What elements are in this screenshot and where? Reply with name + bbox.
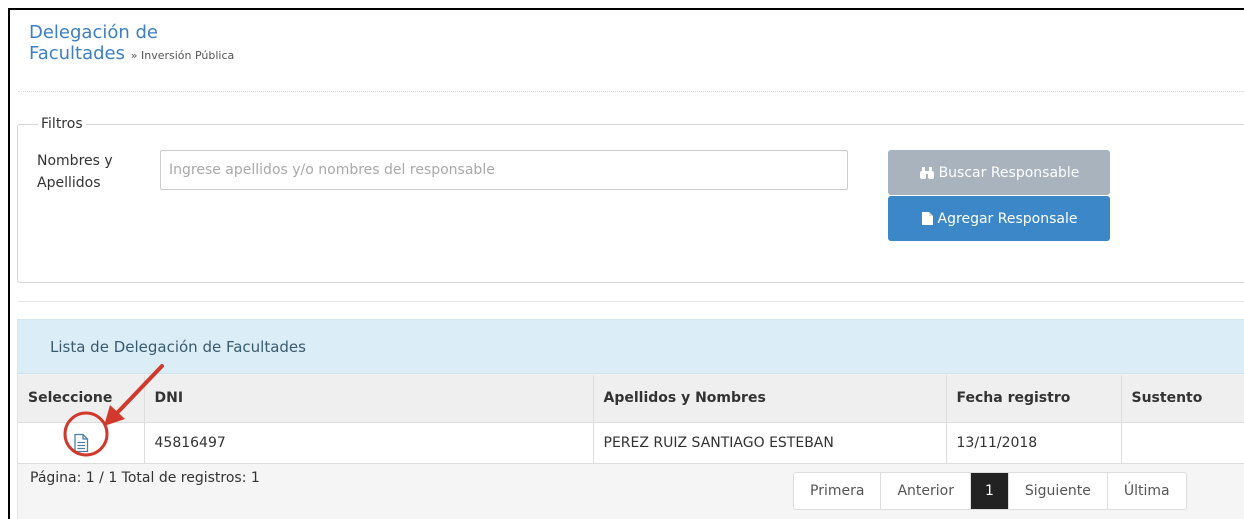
page-next-button[interactable]: Siguiente xyxy=(1009,473,1108,509)
panel-title: Lista de Delegación de Facultades xyxy=(18,320,1244,374)
sustento-cell xyxy=(1121,422,1244,464)
column-header-fecha: Fecha registro xyxy=(946,375,1122,423)
dni-cell: 45816497 xyxy=(144,422,594,464)
pagination-summary: Página: 1 / 1 Total de registros: 1 xyxy=(30,470,260,486)
page-last-button[interactable]: Última xyxy=(1108,473,1186,509)
page-prev-button[interactable]: Anterior xyxy=(881,473,971,509)
page-title: Delegación de Facultades » Inversión Púb… xyxy=(29,22,234,66)
page-title-line2-wrap: Facultades » Inversión Pública xyxy=(29,43,234,66)
document-icon[interactable] xyxy=(73,433,89,453)
page-current-button[interactable]: 1 xyxy=(970,473,1009,509)
search-responsable-label: Buscar Responsable xyxy=(938,164,1080,181)
page-title-line1: Delegación de xyxy=(29,22,159,43)
filters-legend: Filtros xyxy=(38,116,86,132)
date-cell: 13/11/2018 xyxy=(946,422,1122,464)
delegation-table: Seleccione DNI Apellidos y Nombres Fecha… xyxy=(18,375,1244,464)
add-responsable-label: Agregar Responsale xyxy=(937,210,1078,227)
file-icon xyxy=(921,212,933,225)
page-frame: Delegación de Facultades » Inversión Púb… xyxy=(8,8,1244,519)
breadcrumb: » Inversión Pública xyxy=(130,49,235,62)
column-header-sustento: Sustento xyxy=(1121,375,1244,423)
column-header-dni: DNI xyxy=(144,375,594,423)
select-cell xyxy=(18,422,145,464)
pagination: Primera Anterior 1 Siguiente Última xyxy=(793,472,1187,510)
name-label: Nombres y Apellidos xyxy=(37,153,113,191)
column-header-nombres: Apellidos y Nombres xyxy=(593,375,947,423)
table-header-row: Seleccione DNI Apellidos y Nombres Fecha… xyxy=(18,375,1244,423)
binoculars-icon xyxy=(919,166,934,179)
name-search-input[interactable] xyxy=(160,150,848,190)
delegation-list-panel: Lista de Delegación de Facultades Selecc… xyxy=(17,319,1244,519)
name-cell: PEREZ RUIZ SANTIAGO ESTEBAN xyxy=(593,422,947,464)
page-first-button[interactable]: Primera xyxy=(794,473,882,509)
add-responsable-button[interactable]: Agregar Responsale xyxy=(888,196,1110,241)
divider xyxy=(18,301,1244,302)
divider xyxy=(18,91,1244,92)
search-responsable-button[interactable]: Buscar Responsable xyxy=(888,150,1110,195)
column-header-seleccione: Seleccione xyxy=(18,375,145,423)
table-row[interactable]: 45816497 PEREZ RUIZ SANTIAGO ESTEBAN 13/… xyxy=(18,422,1244,464)
page-title-line2: Facultades xyxy=(29,43,126,64)
